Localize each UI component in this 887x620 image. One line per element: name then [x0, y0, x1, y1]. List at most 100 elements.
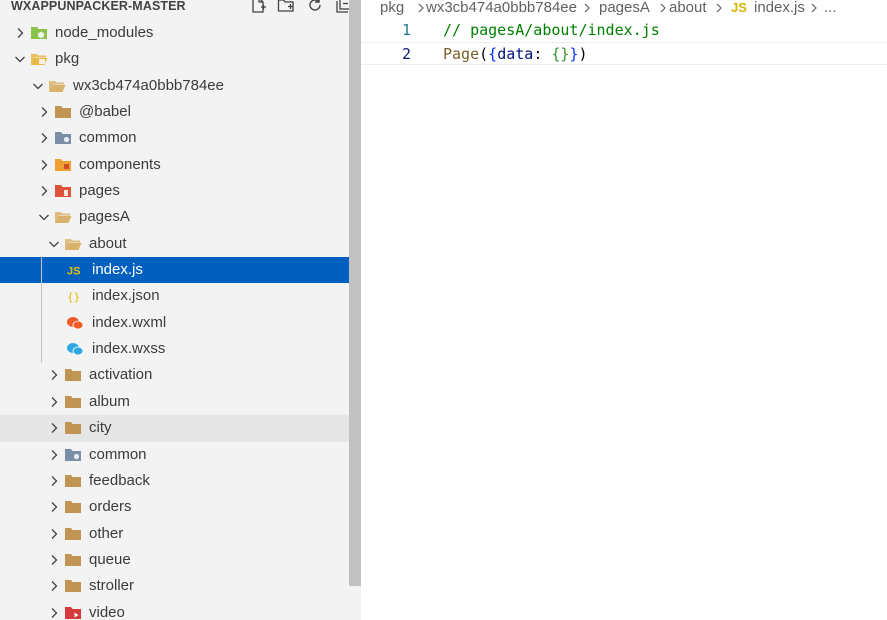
- line-number: 2: [401, 45, 411, 63]
- code-line[interactable]: 1 // pagesA/about/index.js: [361, 19, 887, 42]
- breadcrumb-item[interactable]: pkg: [380, 0, 404, 16]
- tree-item-label: feedback: [89, 471, 150, 489]
- tree-folder-item[interactable]: common: [0, 125, 361, 151]
- folder-open-icon: [64, 235, 82, 253]
- folder-icon: [64, 419, 82, 437]
- chevron-down-icon[interactable]: [36, 209, 52, 225]
- refresh-icon[interactable]: [306, 0, 324, 14]
- breadcrumb-item[interactable]: pagesA: [599, 0, 650, 16]
- breadcrumb-item[interactable]: wx3cb474a0bbb784ee: [426, 0, 577, 16]
- chevron-down-icon[interactable]: [12, 51, 28, 67]
- code-line[interactable]: 2 Page({data: {}}): [361, 42, 887, 65]
- tree-folder-item[interactable]: feedback: [0, 468, 361, 494]
- tree-folder-item[interactable]: pagesA: [0, 204, 361, 230]
- breadcrumb-separator-icon: [657, 1, 669, 15]
- tree-folder-item[interactable]: orders: [0, 494, 361, 520]
- tree-file-item[interactable]: index.wxss: [0, 336, 361, 362]
- indent-guide: [41, 257, 42, 363]
- tree-item-label: video: [89, 603, 125, 620]
- video-folder-icon: [64, 604, 82, 620]
- chevron-right-icon[interactable]: [46, 578, 62, 594]
- chevron-right-icon[interactable]: [36, 130, 52, 146]
- tree-folder-item[interactable]: album: [0, 389, 361, 415]
- tree-folder-item[interactable]: pages: [0, 178, 361, 204]
- node-folder-icon: [30, 24, 48, 42]
- common-folder-icon: [64, 446, 82, 464]
- new-file-icon[interactable]: [249, 0, 267, 14]
- chevron-down-icon[interactable]: [30, 78, 46, 94]
- json-file-icon: {}: [66, 287, 84, 305]
- wxml-file-icon: [66, 314, 84, 332]
- breadcrumb-more[interactable]: ...: [824, 0, 837, 16]
- tree-item-label: stroller: [89, 577, 135, 595]
- tree-item-label: activation: [89, 366, 153, 384]
- components-folder-icon: [54, 156, 72, 174]
- code-token: data: [497, 45, 534, 63]
- folder-icon: [64, 393, 82, 411]
- breadcrumb-file[interactable]: index.js: [754, 0, 805, 16]
- svg-text:{}: {}: [67, 291, 80, 304]
- tree-item-label: common: [79, 129, 137, 147]
- svg-text:JS: JS: [67, 266, 80, 278]
- folder-icon: [54, 103, 72, 121]
- chevron-right-icon[interactable]: [36, 183, 52, 199]
- folder-icon: [64, 366, 82, 384]
- tree-item-label: album: [89, 392, 130, 410]
- tree-file-item[interactable]: {} index.json: [0, 283, 361, 309]
- new-folder-icon[interactable]: [277, 0, 295, 14]
- wxss-file-icon: [66, 340, 84, 358]
- explorer-title: WXAPPUNPACKER-MASTER: [11, 0, 186, 13]
- tree-folder-item[interactable]: pkg: [0, 46, 361, 72]
- chevron-right-icon[interactable]: [46, 552, 62, 568]
- chevron-right-icon[interactable]: [36, 104, 52, 120]
- folder-icon: [64, 525, 82, 543]
- tree-item-label: node_modules: [55, 24, 154, 41]
- tree-item-label: pkg: [55, 50, 80, 68]
- chevron-right-icon[interactable]: [46, 420, 62, 436]
- editor-pane[interactable]: pkg wx3cb474a0bbb784ee pagesA about JS index.…: [361, 0, 887, 620]
- tree-folder-item[interactable]: components: [0, 152, 361, 178]
- tree-file-item[interactable]: index.wxml: [0, 310, 361, 336]
- breadcrumb-item[interactable]: about: [669, 0, 707, 16]
- tree-folder-item[interactable]: queue: [0, 547, 361, 573]
- tree-item-label: queue: [89, 550, 131, 568]
- tree-folder-item[interactable]: video: [0, 600, 361, 620]
- tree-item-label: city: [89, 419, 112, 437]
- chevron-right-icon[interactable]: [46, 526, 62, 542]
- folder-icon: [64, 472, 82, 490]
- tree-scrollbar[interactable]: [349, 0, 361, 586]
- tree-item-label: @babel: [79, 103, 131, 121]
- chevron-right-icon[interactable]: [36, 157, 52, 173]
- tree-folder-item[interactable]: city: [0, 415, 361, 442]
- js-file-icon: JS: [731, 0, 747, 15]
- common-folder-icon: [54, 129, 72, 147]
- tree-folder-item[interactable]: common: [0, 442, 361, 468]
- tree-folder-item[interactable]: other: [0, 521, 361, 547]
- chevron-right-icon[interactable]: [46, 367, 62, 383]
- tree-folder-item[interactable]: wx3cb474a0bbb784ee: [0, 73, 361, 99]
- tree-folder-item[interactable]: about: [0, 231, 361, 257]
- code-token: (: [479, 45, 489, 63]
- breadcrumb: pkg wx3cb474a0bbb784ee pagesA about JS index.…: [361, 0, 887, 16]
- chevron-right-icon[interactable]: [12, 25, 28, 41]
- tree-folder-item[interactable]: activation: [0, 362, 361, 388]
- chevron-right-icon[interactable]: [46, 394, 62, 410]
- tree-item-label: pages: [79, 182, 120, 200]
- tree-item-label: index.wxml: [92, 313, 167, 331]
- chevron-right-icon[interactable]: [46, 605, 62, 620]
- tree-folder-item[interactable]: @babel: [0, 99, 361, 125]
- code-token: // pagesA/about/index.js: [443, 21, 660, 39]
- tree-folder-item[interactable]: stroller: [0, 573, 361, 599]
- pages-folder-icon: [54, 182, 72, 200]
- tree-file-item[interactable]: JS index.js: [0, 257, 361, 284]
- explorer-panel: WXAPPUNPACKER-MASTER node_modulespkg wx3c…: [0, 0, 361, 620]
- chevron-right-icon[interactable]: [46, 447, 62, 463]
- chevron-right-icon[interactable]: [46, 473, 62, 489]
- folder-open-icon: [54, 208, 72, 226]
- file-tree: node_modulespkg wx3cb474a0bbb784ee @babel c…: [0, 20, 361, 620]
- tree-folder-item[interactable]: node_modules: [0, 20, 361, 46]
- code-token: {: [488, 45, 498, 63]
- line-number: 1: [401, 21, 411, 39]
- chevron-right-icon[interactable]: [46, 499, 62, 515]
- chevron-down-icon[interactable]: [46, 236, 62, 252]
